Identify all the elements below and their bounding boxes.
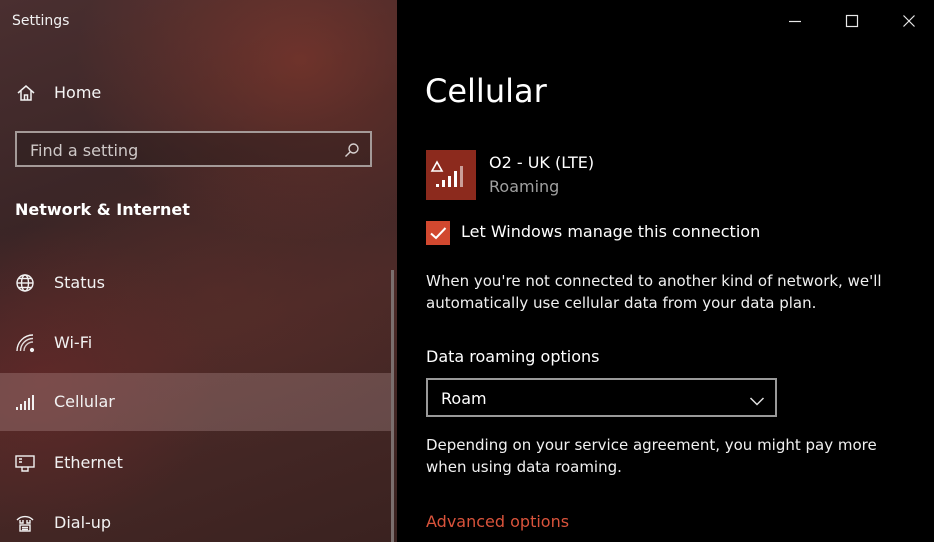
- roaming-description: Depending on your service agreement, you…: [426, 436, 877, 476]
- ethernet-icon: [14, 452, 36, 474]
- sidebar-item-dialup[interactable]: Dial-up: [0, 494, 392, 542]
- cellular-signal-icon: [14, 391, 36, 413]
- section-title: Network & Internet: [15, 200, 190, 219]
- search-input[interactable]: Find a setting: [15, 131, 372, 167]
- manage-description: When you're not connected to another kin…: [426, 272, 882, 312]
- page-title: Cellular: [425, 72, 547, 110]
- sidebar-item-label: Ethernet: [54, 453, 123, 472]
- sidebar-item-label: Dial-up: [54, 513, 112, 532]
- wifi-icon: [14, 332, 36, 354]
- main-panel: Cellular O2 - UK (LTE) Roaming Let Windo…: [397, 0, 934, 542]
- search-placeholder: Find a setting: [30, 141, 139, 160]
- maximize-icon: [845, 14, 859, 28]
- search-icon[interactable]: [344, 142, 360, 158]
- minimize-button[interactable]: [772, 0, 818, 42]
- sidebar-item-wifi[interactable]: Wi-Fi: [0, 314, 392, 372]
- maximize-button[interactable]: [829, 0, 875, 42]
- app-title: Settings: [12, 13, 70, 29]
- checkmark-icon: [430, 227, 447, 240]
- roaming-selected-value: Roam: [441, 389, 487, 408]
- manage-connection-label[interactable]: Let Windows manage this connection: [461, 222, 760, 241]
- sidebar-item-cellular[interactable]: Cellular: [0, 373, 392, 431]
- dialup-icon: [14, 512, 36, 534]
- sidebar-item-label: Wi-Fi: [54, 333, 93, 352]
- roaming-options-label: Data roaming options: [426, 347, 600, 366]
- chevron-down-icon: [749, 392, 765, 406]
- manage-connection-checkbox[interactable]: [426, 221, 450, 245]
- advanced-options-link[interactable]: Advanced options: [426, 512, 569, 531]
- minimize-icon: [789, 20, 801, 23]
- sidebar-item-label: Cellular: [54, 392, 115, 411]
- sidebar: Settings Home Find a setting Network & I…: [0, 0, 397, 542]
- close-icon: [903, 15, 915, 27]
- close-button[interactable]: [886, 0, 932, 42]
- network-name: O2 - UK (LTE): [489, 153, 595, 172]
- sidebar-item-label: Home: [54, 83, 102, 102]
- sidebar-item-status[interactable]: Status: [0, 254, 392, 312]
- network-status: Roaming: [489, 177, 560, 196]
- sidebar-item-home[interactable]: Home: [0, 72, 397, 114]
- settings-window: Settings Home Find a setting Network & I…: [0, 0, 934, 542]
- sidebar-scrollbar[interactable]: [391, 270, 394, 542]
- sidebar-item-label: Status: [54, 273, 105, 292]
- roaming-options-dropdown[interactable]: Roam: [426, 378, 777, 417]
- cellular-roaming-icon: [426, 150, 476, 200]
- globe-icon: [14, 272, 36, 294]
- sidebar-item-ethernet[interactable]: Ethernet: [0, 434, 392, 492]
- home-icon: [16, 83, 36, 103]
